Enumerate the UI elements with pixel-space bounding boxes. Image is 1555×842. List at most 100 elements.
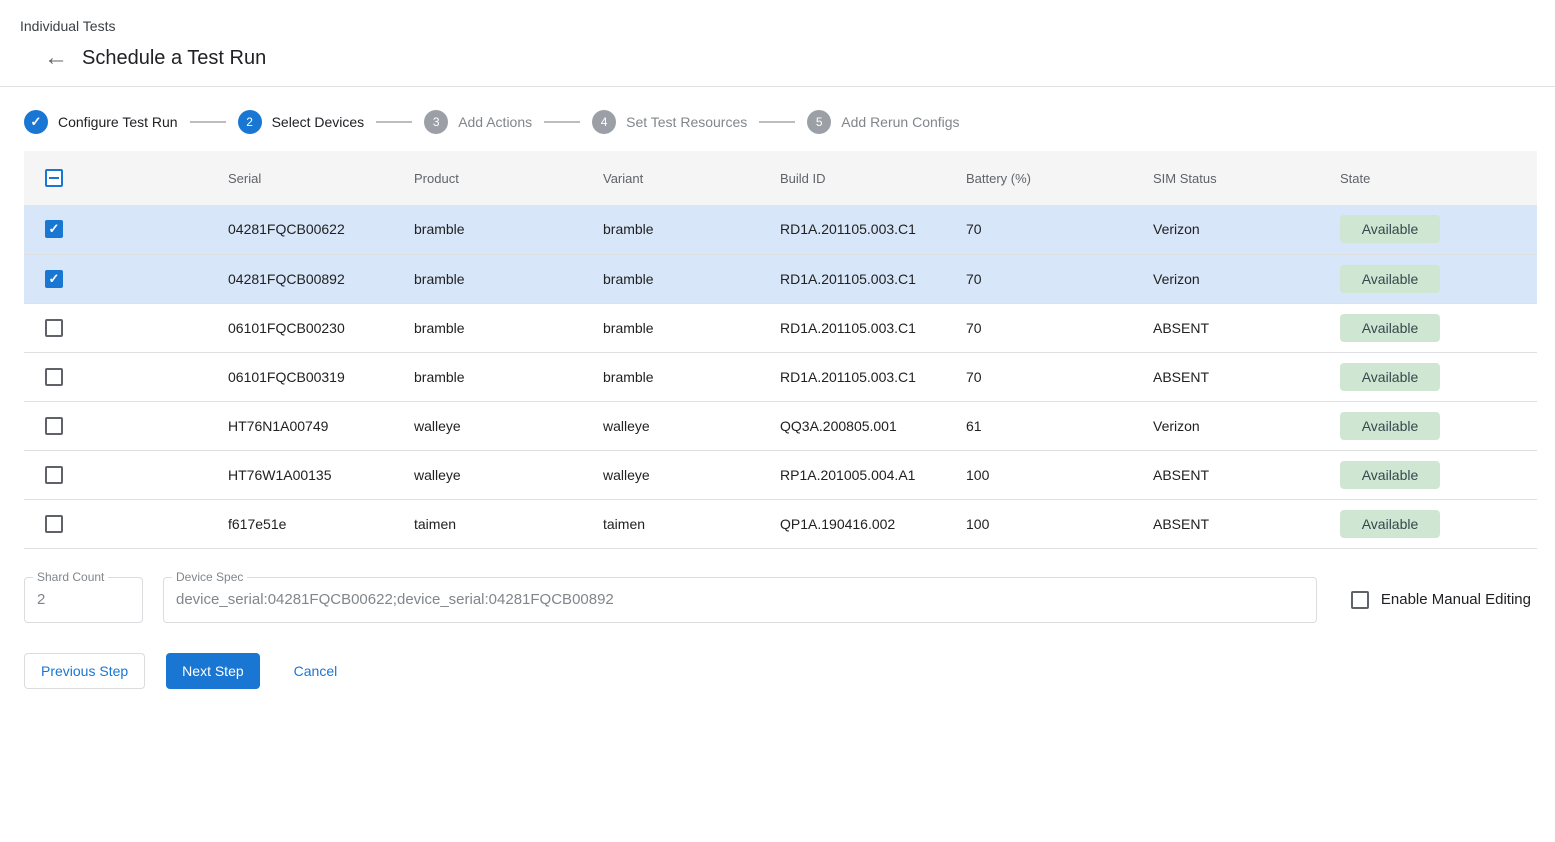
- step-add-rerun-configs[interactable]: 5 Add Rerun Configs: [807, 110, 959, 134]
- step-number-circle: 5: [807, 110, 831, 134]
- table-row[interactable]: HT76N1A00749 walleye walleye QQ3A.200805…: [24, 401, 1537, 450]
- step-add-actions[interactable]: 3 Add Actions: [424, 110, 532, 134]
- row-checkbox[interactable]: [45, 270, 63, 288]
- table-row[interactable]: 06101FQCB00230 bramble bramble RD1A.2011…: [24, 303, 1537, 352]
- cell-build-id: RD1A.201105.003.C1: [780, 205, 966, 254]
- cell-serial: 04281FQCB00892: [228, 254, 414, 303]
- cell-sim-status: Verizon: [1153, 254, 1340, 303]
- cell-variant: bramble: [603, 352, 780, 401]
- device-options-row: Shard Count 2 Device Spec device_serial:…: [24, 577, 1531, 623]
- column-header-battery: Battery (%): [966, 151, 1153, 205]
- cell-serial: HT76W1A00135: [228, 450, 414, 499]
- status-badge: Available: [1340, 314, 1440, 342]
- row-checkbox[interactable]: [45, 466, 63, 484]
- step-select-devices[interactable]: 2 Select Devices: [238, 110, 365, 134]
- step-label: Configure Test Run: [58, 114, 178, 130]
- column-header-variant: Variant: [603, 151, 780, 205]
- step-label: Add Actions: [458, 114, 532, 130]
- status-badge: Available: [1340, 363, 1440, 391]
- status-badge: Available: [1340, 412, 1440, 440]
- cell-serial: HT76N1A00749: [228, 401, 414, 450]
- shard-count-label: Shard Count: [33, 570, 108, 584]
- cell-battery: 100: [966, 499, 1153, 548]
- shard-count-field[interactable]: Shard Count 2: [24, 577, 143, 623]
- row-checkbox[interactable]: [45, 368, 63, 386]
- table-row[interactable]: f617e51e taimen taimen QP1A.190416.002 1…: [24, 499, 1537, 548]
- enable-manual-editing[interactable]: Enable Manual Editing: [1351, 591, 1531, 609]
- cell-battery: 70: [966, 303, 1153, 352]
- cell-sim-status: Verizon: [1153, 401, 1340, 450]
- row-checkbox[interactable]: [45, 515, 63, 533]
- step-label: Set Test Resources: [626, 114, 747, 130]
- cell-variant: taimen: [603, 499, 780, 548]
- cell-battery: 61: [966, 401, 1153, 450]
- cell-build-id: RD1A.201105.003.C1: [780, 254, 966, 303]
- row-checkbox[interactable]: [45, 220, 63, 238]
- table-row[interactable]: 04281FQCB00892 bramble bramble RD1A.2011…: [24, 254, 1537, 303]
- status-badge: Available: [1340, 510, 1440, 538]
- table-header-row: Serial Product Variant Build ID Battery …: [24, 151, 1537, 205]
- check-icon: ✓: [31, 114, 42, 130]
- step-label: Select Devices: [272, 114, 365, 130]
- row-checkbox[interactable]: [45, 319, 63, 337]
- page-title: Schedule a Test Run: [82, 47, 266, 70]
- cell-build-id: QQ3A.200805.001: [780, 401, 966, 450]
- step-number-circle: 4: [592, 110, 616, 134]
- step-label: Add Rerun Configs: [841, 114, 959, 130]
- cell-variant: bramble: [603, 303, 780, 352]
- step-number-circle: 2: [238, 110, 262, 134]
- column-header-build-id: Build ID: [780, 151, 966, 205]
- previous-step-button[interactable]: Previous Step: [24, 653, 145, 689]
- step-configure-test-run[interactable]: ✓ Configure Test Run: [24, 110, 178, 134]
- cell-build-id: QP1A.190416.002: [780, 499, 966, 548]
- cell-variant: bramble: [603, 205, 780, 254]
- action-buttons: Previous Step Next Step Cancel: [24, 653, 1531, 689]
- step-connector: [544, 121, 580, 123]
- step-connector: [190, 121, 226, 123]
- cell-build-id: RP1A.201005.004.A1: [780, 450, 966, 499]
- status-badge: Available: [1340, 461, 1440, 489]
- cell-sim-status: ABSENT: [1153, 450, 1340, 499]
- table-row[interactable]: 04281FQCB00622 bramble bramble RD1A.2011…: [24, 205, 1537, 254]
- device-spec-value: device_serial:04281FQCB00622;device_seri…: [164, 578, 1316, 622]
- next-step-button[interactable]: Next Step: [166, 653, 259, 689]
- cell-serial: 04281FQCB00622: [228, 205, 414, 254]
- column-header-state: State: [1340, 151, 1537, 205]
- row-checkbox[interactable]: [45, 417, 63, 435]
- step-number-circle: 3: [424, 110, 448, 134]
- device-table: Serial Product Variant Build ID Battery …: [24, 151, 1537, 549]
- table-row[interactable]: 06101FQCB00319 bramble bramble RD1A.2011…: [24, 352, 1537, 401]
- cell-product: taimen: [414, 499, 603, 548]
- cell-product: bramble: [414, 352, 603, 401]
- back-arrow-icon[interactable]: ←: [44, 46, 68, 70]
- breadcrumb: Individual Tests: [20, 18, 1555, 34]
- cell-build-id: RD1A.201105.003.C1: [780, 303, 966, 352]
- cell-variant: bramble: [603, 254, 780, 303]
- cell-variant: walleye: [603, 401, 780, 450]
- cell-build-id: RD1A.201105.003.C1: [780, 352, 966, 401]
- cell-sim-status: Verizon: [1153, 205, 1340, 254]
- device-spec-field[interactable]: Device Spec device_serial:04281FQCB00622…: [163, 577, 1317, 623]
- device-spec-label: Device Spec: [172, 570, 247, 584]
- status-badge: Available: [1340, 215, 1440, 243]
- step-set-test-resources[interactable]: 4 Set Test Resources: [592, 110, 747, 134]
- cell-product: walleye: [414, 401, 603, 450]
- enable-manual-editing-checkbox[interactable]: [1351, 591, 1369, 609]
- cell-serial: 06101FQCB00319: [228, 352, 414, 401]
- select-all-checkbox[interactable]: [45, 169, 63, 187]
- table-row[interactable]: HT76W1A00135 walleye walleye RP1A.201005…: [24, 450, 1537, 499]
- cell-battery: 100: [966, 450, 1153, 499]
- cell-battery: 70: [966, 254, 1153, 303]
- stepper: ✓ Configure Test Run 2 Select Devices 3 …: [0, 87, 1555, 151]
- cell-serial: 06101FQCB00230: [228, 303, 414, 352]
- cell-sim-status: ABSENT: [1153, 352, 1340, 401]
- shard-count-value: 2: [25, 578, 142, 622]
- enable-manual-editing-label: Enable Manual Editing: [1381, 591, 1531, 608]
- step-completed-circle: ✓: [24, 110, 48, 134]
- cancel-button[interactable]: Cancel: [278, 653, 354, 689]
- cell-battery: 70: [966, 352, 1153, 401]
- cell-battery: 70: [966, 205, 1153, 254]
- column-header-serial: Serial: [228, 151, 414, 205]
- cell-product: walleye: [414, 450, 603, 499]
- cell-variant: walleye: [603, 450, 780, 499]
